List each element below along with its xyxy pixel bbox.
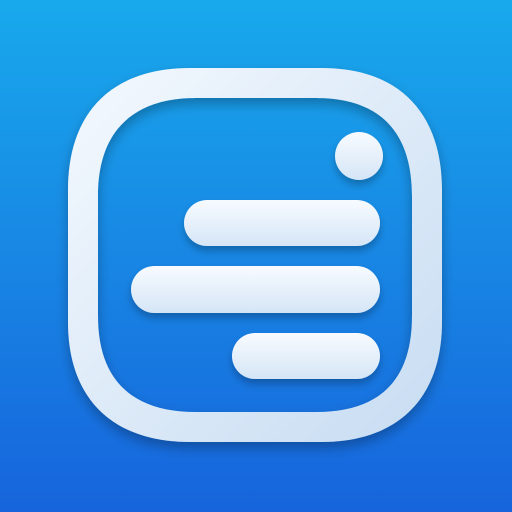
text-line-top [184, 200, 380, 246]
text-lines-with-dot-icon [0, 0, 512, 512]
text-line-middle [131, 266, 380, 313]
text-line-bottom [232, 333, 380, 379]
status-dot [335, 132, 383, 180]
app-icon [0, 0, 512, 512]
